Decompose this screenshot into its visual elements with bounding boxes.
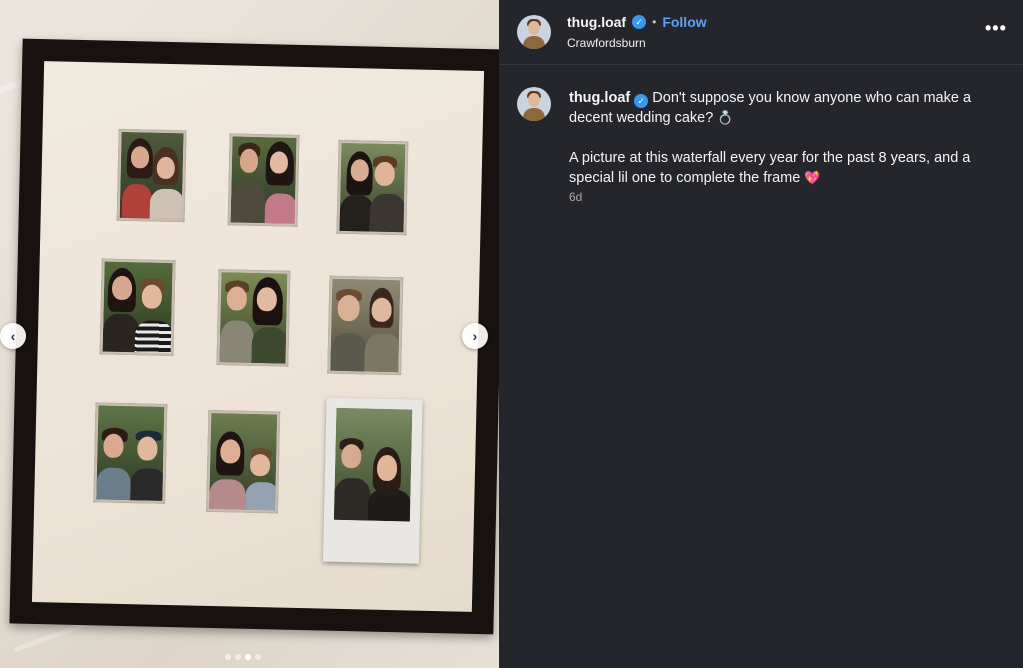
carousel-indicator <box>225 654 261 660</box>
ring-emoji: 💍 <box>717 110 734 125</box>
header-divider <box>499 64 1023 65</box>
verified-badge-icon: ✓ <box>632 15 647 29</box>
post-timestamp[interactable]: 6d <box>569 190 582 204</box>
carousel-dot <box>225 654 231 660</box>
caption-text-line2: A picture at this waterfall every year f… <box>569 150 971 186</box>
frame-photo <box>327 275 404 376</box>
carousel-dot-active <box>245 654 251 660</box>
frame-photo <box>99 258 176 357</box>
frame-photo <box>336 139 409 236</box>
separator-dot: • <box>652 15 657 29</box>
picture-frame <box>9 38 499 635</box>
instax-photo <box>322 397 423 564</box>
chevron-right-icon: › <box>472 328 478 344</box>
caption-username[interactable]: thug.loaf <box>569 90 630 106</box>
frame-photo <box>216 269 291 367</box>
carousel-next-button[interactable]: › <box>462 323 488 349</box>
frame-photo <box>116 128 187 223</box>
author-avatar[interactable] <box>517 15 551 49</box>
heart-emoji: 💖 <box>804 170 821 185</box>
carousel-dot <box>255 654 261 660</box>
verified-badge-icon: ✓ <box>634 94 649 108</box>
frame-mat <box>31 61 485 612</box>
carousel-dot <box>235 654 241 660</box>
post-media[interactable]: ‹ › <box>0 0 499 668</box>
post-detail-panel: thug.loaf ✓ • Follow Crawfordsburn ••• t… <box>499 0 1023 668</box>
post-header: thug.loaf ✓ • Follow <box>567 14 707 30</box>
frame-photo <box>206 409 281 514</box>
post-location[interactable]: Crawfordsburn <box>567 36 646 50</box>
chevron-left-icon: ‹ <box>10 328 16 344</box>
frame-photo <box>93 402 168 504</box>
frame-photo <box>227 133 300 227</box>
more-options-icon[interactable]: ••• <box>985 18 1007 39</box>
carousel-prev-button[interactable]: ‹ <box>0 323 26 349</box>
author-username[interactable]: thug.loaf <box>567 14 626 30</box>
post-caption: thug.loaf ✓ Don't suppose you know anyon… <box>569 88 989 208</box>
caption-author-avatar[interactable] <box>517 87 551 121</box>
caption-text-line1: Don't suppose you know anyone who can ma… <box>569 90 972 126</box>
follow-button[interactable]: Follow <box>662 14 706 30</box>
